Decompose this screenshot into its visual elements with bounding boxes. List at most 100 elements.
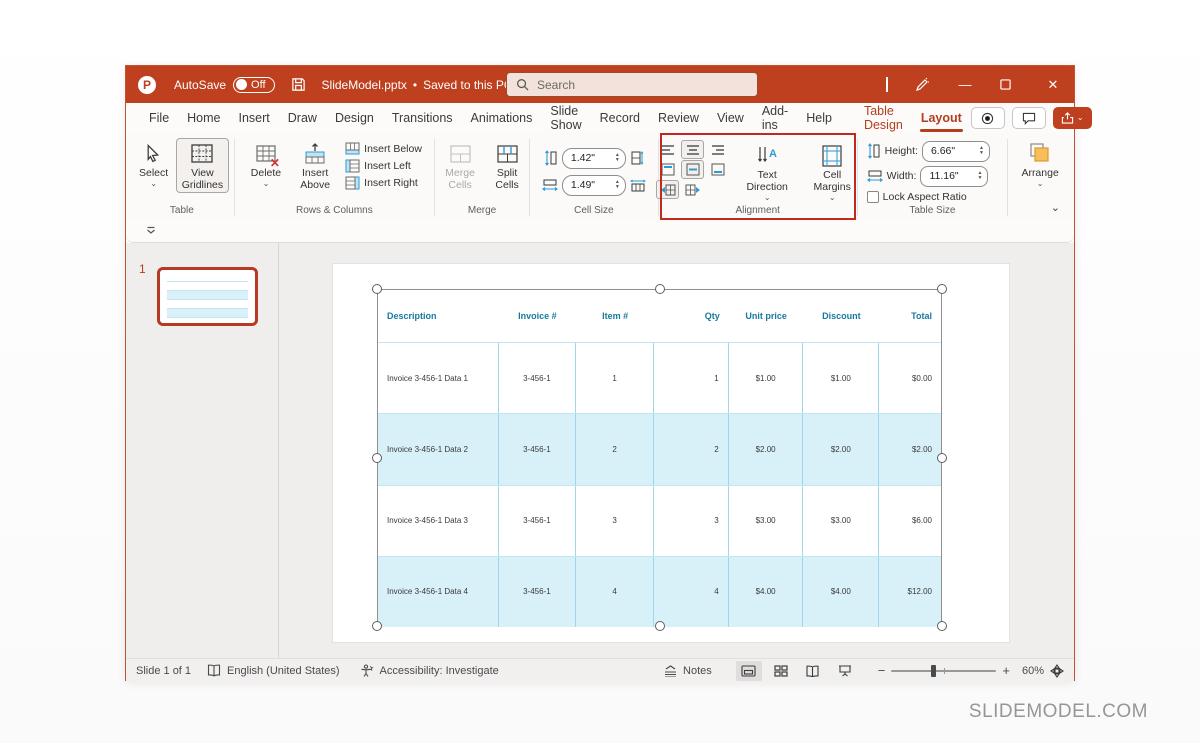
align-right-button[interactable] — [706, 140, 729, 159]
table-cell[interactable]: 3-456-1 — [499, 557, 577, 627]
row-height-input[interactable]: 1.42" ▲▼ — [562, 148, 626, 169]
center-vertically-button[interactable] — [681, 160, 704, 179]
tab-file[interactable]: File — [140, 103, 178, 133]
tab-slide-show[interactable]: Slide Show — [541, 103, 590, 133]
tab-layout[interactable]: Layout — [912, 103, 971, 133]
table-cell[interactable]: $4.00 — [803, 557, 879, 627]
tab-help[interactable]: Help — [797, 103, 841, 133]
table-header-cell[interactable]: Item # — [576, 290, 654, 342]
spinner-arrows-icon[interactable]: ▲▼ — [977, 171, 982, 182]
align-bottom-button[interactable] — [706, 160, 729, 179]
table-cell[interactable]: Invoice 3-456-1 Data 2 — [378, 414, 499, 484]
table-header-cell[interactable]: Discount — [803, 290, 879, 342]
table-header-cell[interactable]: Qty — [654, 290, 729, 342]
table-width-input[interactable]: 11.16" ▲▼ — [920, 166, 988, 187]
accessibility-status[interactable]: Accessibility: Investigate — [380, 665, 499, 677]
table-cell[interactable]: 3 — [576, 486, 654, 556]
arrange-button[interactable]: Arrange ⌄ — [1017, 138, 1062, 190]
zoom-out-button[interactable]: − — [878, 663, 886, 678]
table-header-cell[interactable]: Unit price — [729, 290, 804, 342]
insert-right-button[interactable]: Insert Right — [345, 176, 422, 190]
spinner-arrows-icon[interactable]: ▲▼ — [615, 180, 620, 191]
tab-design[interactable]: Design — [326, 103, 383, 133]
align-left-button[interactable] — [656, 140, 679, 159]
insert-above-button[interactable]: Insert Above — [291, 138, 339, 193]
table-cell[interactable]: $0.00 — [879, 343, 941, 413]
distribute-columns-icon[interactable] — [630, 178, 646, 193]
insert-below-button[interactable]: Insert Below — [345, 142, 422, 156]
close-button[interactable]: ✕ — [1044, 77, 1062, 93]
table-header-cell[interactable]: Description — [378, 290, 499, 342]
text-direction-button[interactable]: A Text Direction ⌄ — [737, 140, 797, 204]
table-header-cell[interactable]: Invoice # — [499, 290, 577, 342]
align-center-button[interactable] — [681, 140, 704, 159]
selection-handle[interactable] — [372, 453, 382, 463]
table-header-cell[interactable]: Total — [879, 290, 941, 342]
table-cell[interactable]: 4 — [576, 557, 654, 627]
tab-draw[interactable]: Draw — [279, 103, 326, 133]
table-cell[interactable]: $1.00 — [729, 343, 804, 413]
slide-sorter-view-button[interactable] — [768, 661, 794, 681]
zoom-level[interactable]: 60% — [1022, 665, 1044, 677]
slide[interactable]: DescriptionInvoice #Item #QtyUnit priceD… — [333, 264, 1009, 642]
notes-button[interactable]: Notes — [663, 665, 712, 677]
selection-handle[interactable] — [937, 284, 947, 294]
fit-slide-to-window-icon[interactable] — [1050, 664, 1064, 678]
view-gridlines-button[interactable]: View Gridlines — [176, 138, 229, 193]
column-width-input[interactable]: 1.49" ▲▼ — [562, 175, 626, 196]
table-cell[interactable]: 1 — [576, 343, 654, 413]
slideshow-view-button[interactable] — [832, 661, 858, 681]
table-cell[interactable]: $6.00 — [879, 486, 941, 556]
table-cell[interactable]: $12.00 — [879, 557, 941, 627]
spinner-arrows-icon[interactable]: ▲▼ — [615, 153, 620, 164]
slide-indicator[interactable]: Slide 1 of 1 — [136, 665, 191, 677]
search-box[interactable] — [506, 72, 758, 97]
zoom-slider-thumb[interactable] — [931, 665, 936, 677]
tab-transitions[interactable]: Transitions — [383, 103, 462, 133]
lock-aspect-ratio-checkbox[interactable] — [867, 191, 879, 203]
tab-review[interactable]: Review — [649, 103, 708, 133]
tab-view[interactable]: View — [708, 103, 753, 133]
table-cell[interactable]: 3-456-1 — [499, 414, 577, 484]
table-cell[interactable]: $1.00 — [803, 343, 879, 413]
tab-add-ins[interactable]: Add-ins — [753, 103, 797, 133]
spinner-arrows-icon[interactable]: ▲▼ — [979, 146, 984, 157]
table-cell[interactable]: 4 — [654, 557, 729, 627]
selection-handle[interactable] — [655, 621, 665, 631]
powerpoint-logo-icon[interactable]: P — [138, 76, 156, 94]
distribute-rows-icon[interactable] — [630, 150, 644, 166]
table-cell[interactable]: 3-456-1 — [499, 486, 577, 556]
merge-cells-button[interactable]: Merge Cells — [438, 138, 482, 193]
table-height-input[interactable]: 6.66" ▲▼ — [922, 141, 990, 162]
table-cell[interactable]: $4.00 — [729, 557, 804, 627]
selection-handle[interactable] — [655, 284, 665, 294]
proofing-icon[interactable] — [207, 664, 221, 677]
table-cell[interactable]: $2.00 — [803, 414, 879, 484]
tab-animations[interactable]: Animations — [462, 103, 542, 133]
table-cell[interactable]: 1 — [654, 343, 729, 413]
normal-view-button[interactable] — [736, 661, 762, 681]
autosave-toggle[interactable]: Off — [233, 77, 274, 93]
minimize-button[interactable]: — — [956, 77, 974, 92]
table-cell[interactable]: 2 — [576, 414, 654, 484]
ribbon-display-options-icon[interactable] — [146, 226, 156, 235]
table-cell[interactable]: $2.00 — [729, 414, 804, 484]
align-top-button[interactable] — [656, 160, 679, 179]
share-button[interactable]: ⌄ — [1053, 107, 1092, 129]
document-title[interactable]: SlideModel.pptx • Saved to this PC ⌄ — [322, 78, 527, 92]
cell-margins-button[interactable]: Cell Margins ⌄ — [805, 140, 859, 204]
reading-view-button[interactable] — [800, 661, 826, 681]
record-button[interactable] — [971, 107, 1005, 129]
search-input[interactable] — [537, 78, 748, 92]
select-button[interactable]: Select ⌄ — [135, 138, 172, 190]
slide-thumbnail[interactable] — [157, 267, 258, 326]
pen-editing-icon[interactable] — [914, 77, 930, 93]
table-cell[interactable]: Invoice 3-456-1 Data 1 — [378, 343, 499, 413]
table-cell[interactable]: Invoice 3-456-1 Data 4 — [378, 557, 499, 627]
zoom-in-button[interactable]: + — [1002, 663, 1010, 678]
comments-button[interactable] — [1012, 107, 1046, 129]
table-cell[interactable]: 3-456-1 — [499, 343, 577, 413]
tab-record[interactable]: Record — [591, 103, 649, 133]
delete-button[interactable]: ✕ Delete ⌄ — [247, 138, 285, 190]
selection-handle[interactable] — [372, 621, 382, 631]
